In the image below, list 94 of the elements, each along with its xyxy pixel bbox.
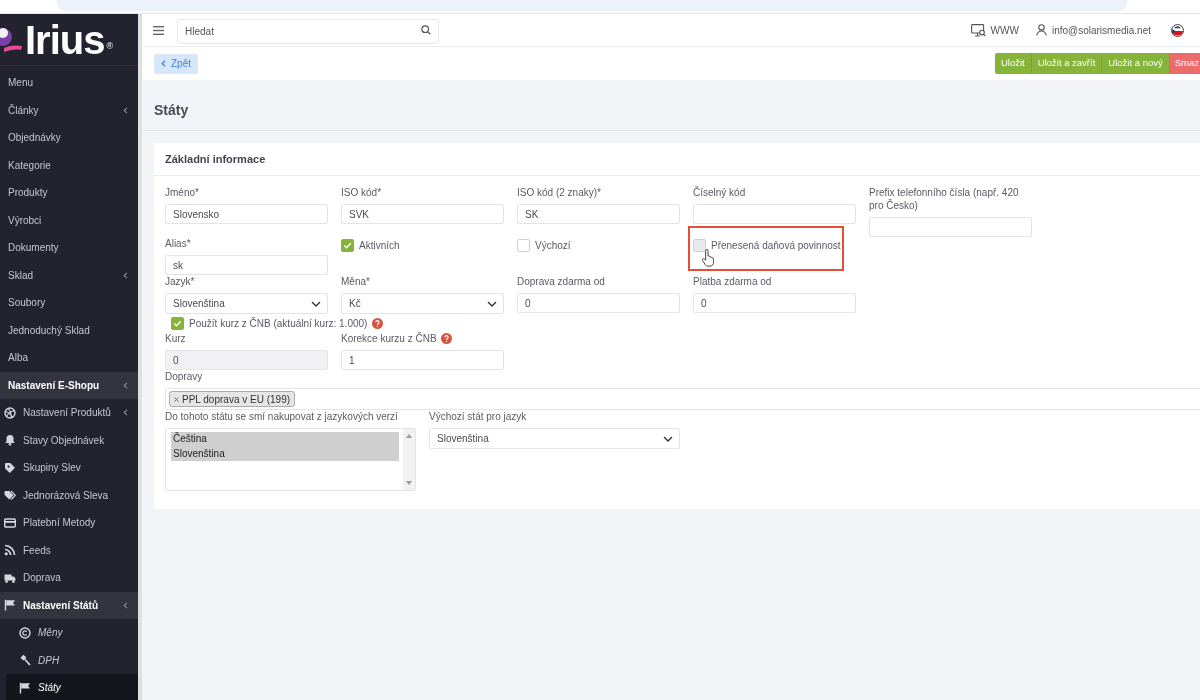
text-field[interactable]: 0 bbox=[165, 350, 328, 370]
sidebar-item[interactable]: Výrobci bbox=[0, 206, 138, 234]
text-field[interactable]: 1 bbox=[341, 350, 504, 370]
field-label: ISO kód (2 znaky)* bbox=[517, 186, 601, 199]
sidebar-item[interactable]: Soubory bbox=[0, 289, 138, 317]
sidebar-item[interactable]: Články bbox=[0, 96, 138, 124]
field-label: ISO kód* bbox=[341, 186, 382, 199]
text-field[interactable]: sk bbox=[165, 255, 328, 275]
ball-icon bbox=[4, 406, 16, 419]
checkbox-label[interactable]: Přenesená daňová povinnost bbox=[711, 239, 841, 252]
sidebar-item[interactable]: Jednoduchý Sklad bbox=[0, 316, 138, 344]
copyright-icon bbox=[19, 626, 31, 639]
field-label: Jméno* bbox=[165, 186, 199, 199]
field-label: Jazyk* bbox=[165, 275, 195, 288]
field-label: Kurz bbox=[165, 332, 186, 345]
select-field[interactable]: Slovenština bbox=[429, 428, 680, 449]
field-label: Číselný kód bbox=[693, 186, 746, 199]
flag-icon bbox=[19, 681, 31, 694]
chevron-down-icon bbox=[311, 300, 321, 307]
bell-icon bbox=[4, 434, 16, 447]
checkbox[interactable] bbox=[517, 239, 530, 252]
sidebar-item[interactable]: Feeds bbox=[0, 536, 138, 564]
feed-icon bbox=[4, 544, 16, 557]
sidebar-item[interactable]: Měny bbox=[0, 619, 138, 647]
field-label: Prefix telefonního čísla (např. 420 pro Česko) bbox=[869, 186, 1020, 212]
field-label: Doprava zdarma od bbox=[517, 275, 605, 288]
sidebar-item[interactable]: Menu bbox=[0, 69, 138, 97]
header-link[interactable]: WWW bbox=[970, 22, 1019, 38]
field-label: Alias* bbox=[165, 237, 191, 250]
checkbox[interactable] bbox=[171, 317, 184, 330]
text-field[interactable]: 0 bbox=[693, 293, 856, 313]
sidebar-item[interactable]: Nastavení E-Shopu bbox=[0, 371, 138, 399]
menu-icon[interactable] bbox=[153, 25, 164, 35]
monitor-icon bbox=[970, 23, 986, 37]
sidebar-item[interactable]: DPH bbox=[0, 646, 138, 674]
flag-icon bbox=[4, 599, 16, 612]
select-field[interactable]: Slovenština bbox=[165, 293, 328, 314]
checkbox[interactable] bbox=[693, 239, 706, 252]
field-label: Platba zdarma od bbox=[693, 275, 772, 288]
sidebar-item[interactable]: Skupiny Slev bbox=[0, 454, 138, 482]
field-label: Korekce kurzu z ČNB bbox=[341, 332, 437, 345]
text-field[interactable]: Slovensko bbox=[165, 204, 328, 224]
checkbox-label[interactable]: Použít kurz z ČNB (aktuální kurz: 1.000) bbox=[189, 317, 368, 330]
sidebar-item[interactable]: Nastavení Produktů bbox=[0, 399, 138, 427]
flag-icon[interactable] bbox=[1171, 23, 1184, 37]
hammer-icon bbox=[19, 654, 31, 667]
sidebar-item[interactable]: Kategorie bbox=[0, 151, 138, 179]
sidebar-item[interactable]: Doprava bbox=[0, 564, 138, 592]
select-field[interactable]: Kč bbox=[341, 293, 504, 314]
tag[interactable]: PPL doprava v EU (199) bbox=[169, 391, 296, 407]
sidebar-item[interactable]: Dokumenty bbox=[0, 234, 138, 262]
chevron-left-icon bbox=[161, 60, 166, 67]
tags-icon bbox=[4, 489, 16, 502]
checkbox-label[interactable]: Aktivních bbox=[359, 239, 400, 252]
scrollbar[interactable] bbox=[138, 14, 142, 700]
field-label: Výchozí stát pro jazyk bbox=[429, 410, 527, 423]
user-icon bbox=[1035, 24, 1047, 36]
text-field[interactable]: SK bbox=[517, 204, 680, 224]
header-link[interactable]: info@solarismedia.net bbox=[1035, 22, 1151, 38]
checkbox-label[interactable]: Výchozí bbox=[535, 239, 571, 252]
sidebar-item[interactable]: Platební Metody bbox=[0, 509, 138, 537]
field-label: Dopravy bbox=[165, 370, 203, 383]
sidebar-item[interactable]: Alba bbox=[0, 344, 138, 372]
arrow-down-icon[interactable] bbox=[406, 481, 412, 485]
page-title: Státy bbox=[154, 101, 189, 120]
help-icon[interactable] bbox=[440, 333, 452, 344]
search-icon[interactable] bbox=[421, 24, 431, 35]
scrollbar[interactable] bbox=[403, 429, 415, 490]
chevron-down-icon bbox=[487, 300, 497, 307]
sidebar-item[interactable]: Nastavení Států bbox=[0, 591, 138, 619]
card-title: Základní informace bbox=[165, 151, 266, 167]
field-label: Do tohoto státu se smí nakupovat z jazykových verzí bbox=[165, 410, 398, 423]
text-field[interactable] bbox=[693, 204, 856, 224]
sidebar-item[interactable]: Jednorázová Sleva bbox=[0, 481, 138, 509]
credit-card-icon bbox=[4, 516, 16, 529]
remove-icon[interactable] bbox=[174, 396, 179, 402]
sidebar-item[interactable]: Sklad bbox=[0, 261, 138, 289]
sidebar-item[interactable]: Objednávky bbox=[0, 124, 138, 152]
sidebar-item[interactable]: Produkty bbox=[0, 179, 138, 207]
chevron-down-icon bbox=[663, 435, 673, 442]
arrow-up-icon[interactable] bbox=[406, 434, 412, 438]
tag-icon bbox=[4, 461, 16, 474]
text-field[interactable]: SVK bbox=[341, 204, 504, 224]
field-label: Měna* bbox=[341, 275, 370, 288]
help-icon[interactable] bbox=[372, 318, 384, 329]
text-field[interactable] bbox=[869, 217, 1032, 237]
listbox[interactable]: Čeština Slovenština bbox=[165, 428, 416, 491]
checkbox[interactable] bbox=[341, 239, 354, 252]
search-field[interactable]: Hledat bbox=[177, 18, 439, 44]
text-field[interactable]: 0 bbox=[517, 293, 680, 313]
tag-field[interactable]: PPL doprava v EU (199) bbox=[165, 388, 1200, 410]
list-option[interactable]: Čeština bbox=[171, 432, 399, 447]
sidebar-item[interactable]: Státy bbox=[6, 674, 138, 700]
sidebar-item[interactable]: Stavy Objednávek bbox=[0, 426, 138, 454]
